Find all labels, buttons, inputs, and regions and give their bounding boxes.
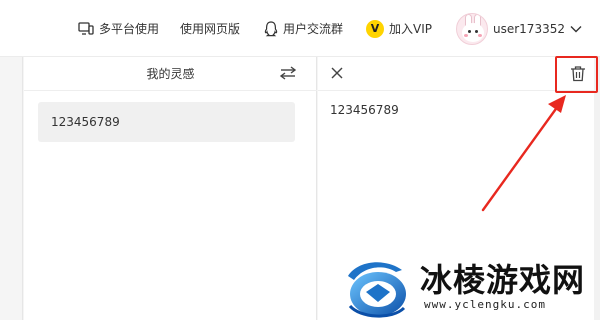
user-menu[interactable]: user173352 [456,0,582,57]
username-label: user173352 [493,21,565,36]
avatar [456,12,488,45]
left-gutter [0,57,23,320]
join-vip-link[interactable]: V 加入VIP [366,0,432,57]
close-icon[interactable] [330,66,344,80]
devices-icon [78,21,94,35]
detail-content[interactable]: 123456789 [330,103,399,117]
qq-icon [264,20,278,36]
web-version-label: 使用网页版 [180,22,241,36]
delete-highlight-box [555,56,598,93]
multi-platform-link[interactable]: 多平台使用 [78,0,159,57]
watermark-logo [348,262,406,318]
panel-title: 我的灵感 [146,67,195,81]
multi-platform-label: 多平台使用 [99,22,160,36]
swap-icon[interactable] [279,66,297,80]
vip-icon: V [366,19,384,38]
chevron-down-icon[interactable] [570,24,582,34]
inspiration-list-panel: 我的灵感 123456789 [24,57,317,320]
user-group-label: 用户交流群 [283,22,344,36]
inspiration-panel-header: 我的灵感 [24,57,317,91]
top-bar: 多平台使用 使用网页版 用户交流群 V 加入VIP user173352 [0,0,600,57]
list-item[interactable]: 123456789 [38,102,295,142]
scrollbar[interactable] [594,57,600,320]
user-group-link[interactable]: 用户交流群 [264,0,343,57]
web-version-link[interactable]: 使用网页版 [180,0,240,57]
watermark-url: www.yclengku.com [424,298,546,311]
watermark-title: 冰棱游戏网 [420,261,586,299]
join-vip-label: 加入VIP [389,22,432,36]
list-item-text: 123456789 [51,115,120,129]
